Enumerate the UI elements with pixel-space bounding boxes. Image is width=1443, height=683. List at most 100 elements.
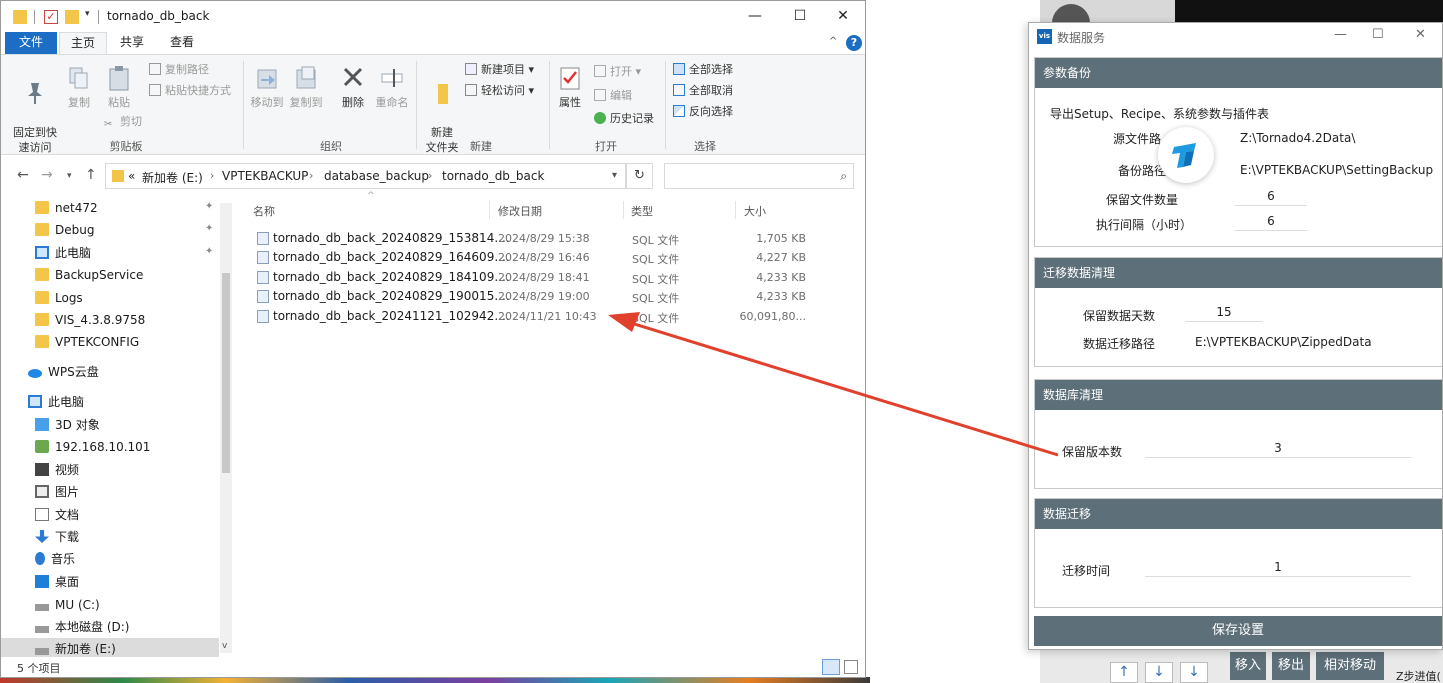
column-divider[interactable] [489, 201, 490, 219]
nav-item-pictures[interactable]: 图片 [35, 482, 79, 502]
large-icons-view-icon[interactable] [844, 660, 858, 674]
breadcrumb-item[interactable]: database_backup [324, 169, 429, 183]
nav-item-this-pc[interactable]: 此电脑 [28, 392, 84, 412]
breadcrumb-separator[interactable]: › [210, 169, 214, 182]
tab-file[interactable]: 文件 [5, 32, 57, 54]
backup-path-value[interactable]: E:\VPTEKBACKUP\SettingBackup [1240, 163, 1433, 177]
select-none-button[interactable]: 全部取消 [673, 82, 733, 100]
keep-versions-input[interactable]: 3 [1145, 438, 1411, 458]
table-row[interactable]: tornado_db_back_20240829_184109.... 2024… [251, 268, 821, 287]
delete-button[interactable]: 删除 [337, 65, 369, 110]
nav-item-downloads[interactable]: 下载 [35, 527, 79, 547]
breadcrumb-item[interactable]: tornado_db_back [442, 169, 544, 183]
scrollbar-thumb[interactable] [222, 273, 230, 473]
nav-item-3d-objects[interactable]: 3D 对象 [35, 415, 100, 435]
minimize-button[interactable]: — [1334, 27, 1347, 42]
jog-arrow-button[interactable]: ↑ [1110, 662, 1138, 683]
edit-button[interactable]: 编辑 [594, 87, 632, 105]
migration-time-input[interactable]: 1 [1145, 557, 1411, 577]
pin-to-quick-access-button[interactable]: 固定到快 速访问 [9, 65, 61, 155]
keep-days-input[interactable]: 15 [1185, 302, 1263, 322]
column-divider[interactable] [735, 201, 736, 219]
invert-selection-button[interactable]: 反向选择 [673, 103, 733, 121]
breadcrumb-separator[interactable]: › [428, 169, 432, 182]
nav-item-drive-d[interactable]: 本地磁盘 (D:) [35, 617, 129, 637]
column-header-size[interactable]: 大小 [744, 203, 766, 219]
new-folder-icon[interactable] [65, 10, 79, 24]
column-header-modified[interactable]: 修改日期 [498, 203, 542, 219]
cut-button[interactable]: ✂ 剪切 [104, 113, 142, 131]
refresh-button[interactable]: ↻ [626, 163, 653, 189]
nav-item-debug[interactable]: Debug [35, 220, 94, 240]
select-all-button[interactable]: 全部选择 [673, 61, 733, 79]
properties-check-icon[interactable]: ✓ [44, 10, 58, 24]
column-divider[interactable] [623, 201, 624, 219]
details-view-icon[interactable] [822, 659, 840, 675]
history-button[interactable]: 历史记录 [594, 110, 654, 128]
move-out-button[interactable]: 移出 [1272, 652, 1310, 680]
forward-button[interactable]: → [41, 167, 53, 183]
quick-access-dropdown[interactable]: ▾ [85, 9, 90, 19]
breadcrumb-separator[interactable]: › [309, 169, 313, 182]
easy-access-button[interactable]: 轻松访问 ▾ [465, 82, 534, 100]
properties-button[interactable]: 属性 [553, 65, 587, 110]
paste-button[interactable]: 粘贴 [101, 65, 137, 110]
nav-item-drive-e[interactable]: 新加卷 (E:) [35, 639, 116, 659]
column-header-name[interactable]: 名称 [253, 203, 275, 219]
nav-item-drive-c[interactable]: MU (C:) [35, 595, 100, 615]
copy-to-button[interactable]: 复制到 [287, 65, 325, 110]
move-to-button[interactable]: 移动到 [248, 65, 286, 110]
tab-view[interactable]: 查看 [159, 32, 205, 54]
table-row[interactable]: tornado_db_back_20240829_164609.... 2024… [251, 248, 821, 267]
recent-locations-button[interactable]: ▾ [67, 171, 72, 181]
migration-path-value[interactable]: E:\VPTEKBACKUP\ZippedData [1195, 335, 1372, 349]
chevron-up-icon[interactable]: ^ [829, 36, 837, 47]
copy-button[interactable]: 复制 [63, 65, 95, 110]
nav-item-documents[interactable]: 文档 [35, 505, 79, 525]
close-button[interactable]: ✕ [1415, 27, 1426, 42]
nav-item-vptekconfig[interactable]: VPTEKCONFIG [35, 332, 139, 352]
pin-icon[interactable]: ✦ [205, 201, 213, 212]
nav-item-desktop[interactable]: 桌面 [35, 572, 79, 592]
jog-arrow-button[interactable]: ↓ [1145, 662, 1173, 683]
chevron-down-icon[interactable]: v [222, 641, 227, 651]
nav-item-backupservice[interactable]: BackupService [35, 265, 143, 285]
address-input[interactable]: « 新加卷 (E:) › VPTEKBACKUP › database_back… [105, 163, 626, 189]
jog-arrow-button[interactable]: ↓ [1180, 662, 1208, 683]
maximize-button[interactable]: ☐ [1372, 27, 1384, 42]
tab-home[interactable]: 主页 [59, 32, 107, 54]
table-row[interactable]: tornado_db_back_20240829_153814.... 2024… [251, 229, 821, 248]
move-in-button[interactable]: 移入 [1230, 652, 1266, 680]
search-input[interactable]: ⌕ [664, 163, 854, 189]
open-button[interactable]: 打开 ▾ [594, 63, 641, 81]
paste-shortcut-button[interactable]: 粘贴快捷方式 [149, 82, 231, 100]
rename-button[interactable]: 重命名 [373, 65, 411, 110]
relative-move-button[interactable]: 相对移动 [1316, 652, 1384, 680]
nav-item-logs[interactable]: Logs [35, 288, 83, 308]
pin-icon[interactable]: ✦ [205, 246, 213, 257]
maximize-button[interactable]: ☐ [780, 5, 820, 27]
table-row[interactable]: tornado_db_back_20241121_102942.... 2024… [251, 307, 821, 326]
close-button[interactable]: ✕ [823, 5, 863, 27]
chevron-down-icon[interactable]: ▾ [612, 170, 617, 181]
save-settings-button[interactable]: 保存设置 [1034, 616, 1442, 646]
nav-item-this-pc-pinned[interactable]: 此电脑 [35, 243, 91, 263]
nav-item-vis[interactable]: VIS_4.3.8.9758 [35, 310, 145, 330]
nav-scrollbar[interactable] [220, 203, 232, 653]
back-button[interactable]: ← [17, 167, 29, 183]
nav-item-music[interactable]: 音乐 [35, 549, 75, 569]
column-header-type[interactable]: 类型 [631, 203, 653, 219]
help-icon[interactable]: ? [846, 35, 862, 51]
breadcrumb-overflow[interactable]: « [128, 169, 135, 183]
nav-item-network-share[interactable]: 192.168.10.101 [35, 437, 150, 457]
breadcrumb-item[interactable]: 新加卷 (E:) [142, 169, 203, 186]
copy-path-button[interactable]: 复制路径 [149, 61, 209, 79]
new-item-button[interactable]: 新建项目 ▾ [465, 61, 534, 79]
minimize-button[interactable]: — [735, 5, 775, 27]
nav-item-net472[interactable]: net472 [35, 198, 98, 218]
nav-item-wps-cloud[interactable]: WPS云盘 [28, 362, 99, 382]
tab-share[interactable]: 共享 [109, 32, 155, 54]
up-button[interactable]: ↑ [85, 167, 97, 183]
interval-input[interactable]: 6 [1235, 211, 1307, 231]
floating-app-logo[interactable] [1158, 127, 1214, 183]
